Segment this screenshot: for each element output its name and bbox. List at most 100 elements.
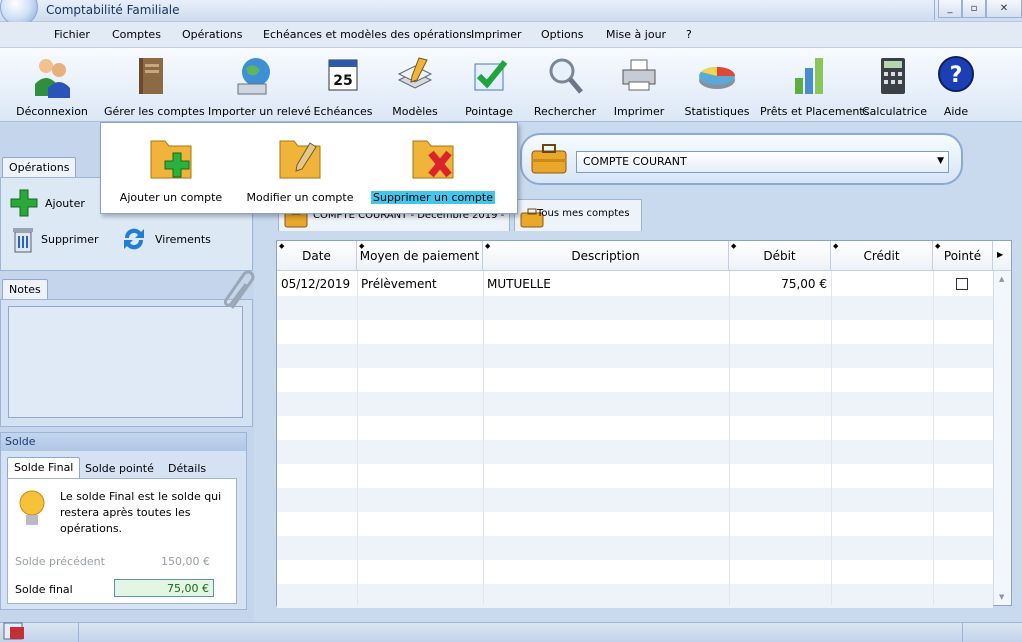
column-divider <box>729 271 730 605</box>
tab-all-accounts[interactable]: Tous mes comptes <box>514 199 642 231</box>
calendar-icon: 25 <box>328 59 358 91</box>
app-status-icon <box>3 622 24 640</box>
scroll-up-icon[interactable]: ▲ <box>999 275 1004 283</box>
add-account-label: Ajouter un compte <box>119 191 223 204</box>
add-operation-label: Ajouter <box>45 196 85 210</box>
print-button[interactable]: Imprimer <box>606 48 672 122</box>
calculator-button[interactable]: Calculatrice <box>862 48 928 122</box>
globe-laptop-icon <box>237 58 270 95</box>
pie-chart-icon <box>699 67 735 89</box>
operations-table: ◆ Date ◆ Moyen de paiement ◆ Description ◆ D… <box>276 240 1012 608</box>
tab-operations[interactable]: Opérations <box>2 157 77 178</box>
vertical-scrollbar[interactable]: ▲ ▼ <box>993 271 1011 605</box>
delete-account-item[interactable]: Supprimer un compte <box>371 131 495 211</box>
balance-panel: Solde Solde Final Solde pointé Détails L… <box>0 432 247 610</box>
column-header-description[interactable]: ◆ Description <box>483 241 729 271</box>
column-divider <box>831 271 832 605</box>
empty-table-row <box>277 392 993 416</box>
final-balance-value: 75,00 € <box>114 579 214 597</box>
close-button[interactable]: ✕ <box>986 0 1022 18</box>
templates-button[interactable]: Modèles <box>386 48 444 122</box>
empty-table-row <box>277 536 993 560</box>
paperclip-icon <box>223 270 255 309</box>
tab-details[interactable]: Détails <box>168 462 206 475</box>
menu-echeances[interactable]: Echéances et modèles des opérations <box>263 28 472 41</box>
menu-help[interactable]: ? <box>686 28 692 41</box>
add-account-item[interactable]: Ajouter un compte <box>113 131 229 211</box>
delete-operation-label: Supprimer <box>41 232 99 246</box>
delete-operation-button[interactable]: Supprimer <box>11 224 99 254</box>
calendar-day-text: 25 <box>333 73 352 89</box>
column-divider <box>933 271 934 605</box>
window-title: Comptabilité Familiale <box>46 3 180 17</box>
menu-comptes[interactable]: Comptes <box>112 28 161 41</box>
stacked-papers-icon <box>397 57 433 89</box>
title-separator <box>934 0 935 20</box>
notes-panel <box>0 299 253 427</box>
search-button[interactable]: Rechercher <box>532 48 598 122</box>
window-controls: _ ▫ ✕ <box>938 0 1022 18</box>
column-header-credit[interactable]: ◆ Crédit <box>831 241 933 271</box>
sort-icon: ◆ <box>485 242 491 250</box>
loans-investments-button[interactable]: Prêts et Placements <box>760 48 870 122</box>
schedules-button[interactable]: 25 Echéances <box>310 48 376 122</box>
empty-table-row <box>277 416 993 440</box>
edit-account-label: Modifier un compte <box>246 191 354 204</box>
statistics-label: Statistiques <box>684 105 750 118</box>
sort-icon: ◆ <box>935 242 941 250</box>
statistics-button[interactable]: Statistiques <box>682 48 752 122</box>
scroll-down-icon[interactable]: ▼ <box>999 593 1004 601</box>
previous-balance-value: 150,00 € <box>161 555 210 568</box>
help-icon: ? <box>938 56 974 92</box>
menu-operations[interactable]: Opérations <box>182 28 242 41</box>
column-header-pointe[interactable]: ◆ Pointé <box>933 241 993 271</box>
lightbulb-icon <box>19 490 45 525</box>
help-label: Aide <box>943 105 969 118</box>
previous-balance-label: Solde précédent <box>15 555 105 568</box>
refresh-arrows-icon <box>124 228 144 250</box>
notes-textarea[interactable] <box>8 306 243 418</box>
menu-bar: Fichier Comptes Opérations Echéances et … <box>0 22 1022 48</box>
column-header-debit[interactable]: ◆ Débit <box>729 241 831 271</box>
tab-solde-pointe[interactable]: Solde pointé <box>85 462 154 475</box>
logout-button[interactable]: Déconnexion <box>14 48 90 122</box>
import-statement-button[interactable]: Importer un relevé <box>208 48 311 122</box>
balance-title: Solde <box>1 433 246 451</box>
manage-accounts-button[interactable]: Gérer les comptes <box>104 48 205 122</box>
checklist-icon <box>474 60 508 91</box>
calculator-label: Calculatrice <box>862 105 928 118</box>
tab-notes[interactable]: Notes <box>2 279 48 300</box>
sort-icon: ◆ <box>359 242 365 250</box>
pointe-checkbox[interactable] <box>956 278 968 290</box>
minimize-button[interactable]: _ <box>938 0 962 18</box>
transfers-label: Virements <box>155 232 211 246</box>
table-row[interactable]: 05/12/2019 Prélèvement MUTUELLE 75,00 € <box>277 272 993 296</box>
transfers-button[interactable]: Virements <box>119 224 211 254</box>
account-selector-frame: COMPTE COURANT ▼ <box>520 133 963 185</box>
column-scroll-right-icon[interactable]: ▶ <box>997 250 1003 259</box>
final-balance-label: Solde final <box>15 583 73 596</box>
empty-table-row <box>277 368 993 392</box>
cell-date: 05/12/2019 <box>281 277 351 291</box>
column-header-payment[interactable]: ◆ Moyen de paiement <box>357 241 483 271</box>
briefcase-icon <box>531 144 567 174</box>
calculator-icon <box>881 58 905 94</box>
menu-options[interactable]: Options <box>541 28 583 41</box>
help-button[interactable]: ? Aide <box>928 48 984 122</box>
maximize-button[interactable]: ▫ <box>962 0 986 18</box>
logout-label: Déconnexion <box>16 105 88 118</box>
menu-mise-a-jour[interactable]: Mise à jour <box>606 28 666 41</box>
title-bar: Comptabilité Familiale _ ▫ ✕ <box>0 0 1022 26</box>
tab-solde-final[interactable]: Solde Final <box>7 457 81 479</box>
loans-investments-label: Prêts et Placements <box>760 105 870 118</box>
templates-label: Modèles <box>392 105 438 118</box>
tab-all-accounts-label: Tous mes comptes <box>537 208 630 219</box>
account-dropdown[interactable]: COMPTE COURANT ▼ <box>576 151 949 173</box>
reconcile-button[interactable]: Pointage <box>458 48 520 122</box>
edit-account-item[interactable]: Modifier un compte <box>241 131 359 211</box>
menu-imprimer[interactable]: Imprimer <box>471 28 522 41</box>
menu-fichier[interactable]: Fichier <box>54 28 90 41</box>
cell-payment: Prélèvement <box>361 277 437 291</box>
add-operation-button[interactable]: Ajouter <box>9 188 85 218</box>
column-header-date[interactable]: ◆ Date <box>277 241 357 271</box>
